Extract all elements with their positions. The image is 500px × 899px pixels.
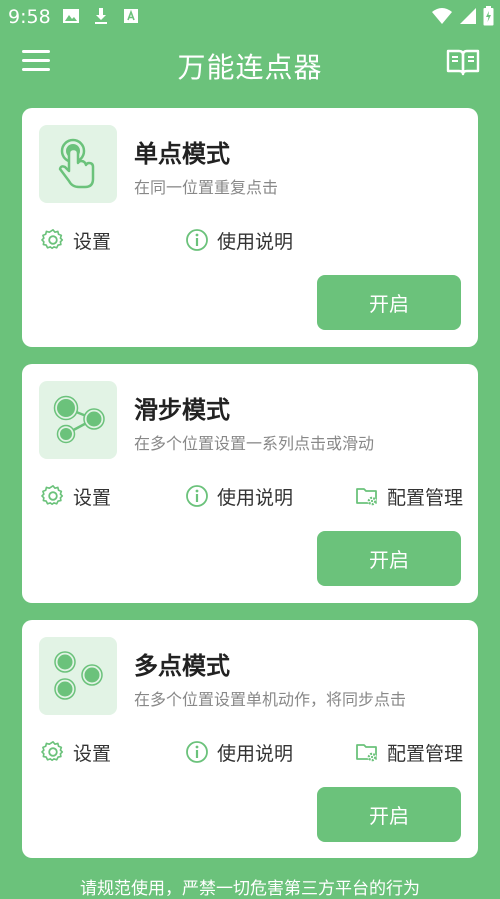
gear-icon (41, 741, 64, 762)
instructions-label: 使用说明 (217, 742, 294, 765)
gear-icon (41, 485, 64, 506)
instructions-button[interactable]: 使用说明 (185, 738, 293, 766)
instructions-label: 使用说明 (217, 486, 294, 509)
instructions-label: 使用说明 (217, 230, 294, 253)
config-management-label: 配置管理 (387, 742, 464, 765)
wifi-icon (432, 8, 452, 24)
page-title: 万能连点器 (177, 51, 323, 84)
status-time: 9:58 (8, 6, 51, 28)
card-multi-point: 多点模式 在多个位置设置单机动作，将同步点击 设置 使用说明 配置管理 开启 (22, 620, 478, 858)
card-title: 单点模式 (134, 140, 230, 168)
info-icon (186, 229, 208, 251)
mode-icon-container (39, 381, 117, 459)
open-button[interactable]: 开启 (317, 275, 461, 330)
info-icon (186, 485, 208, 507)
settings-label: 设置 (73, 742, 112, 765)
open-button[interactable]: 开启 (317, 531, 461, 586)
status-system-icons (431, 6, 494, 26)
settings-button[interactable]: 设置 (41, 226, 111, 254)
config-management-button[interactable]: 配置管理 (355, 482, 463, 510)
config-management-button[interactable]: 配置管理 (355, 738, 463, 766)
settings-label: 设置 (73, 486, 112, 509)
settings-button[interactable]: 设置 (41, 738, 111, 766)
config-management-label: 配置管理 (387, 486, 464, 509)
settings-label: 设置 (73, 230, 112, 253)
tap-hand-icon (58, 138, 95, 189)
settings-button[interactable]: 设置 (41, 482, 111, 510)
card-title: 多点模式 (134, 652, 230, 680)
card-description: 在同一位置重复点击 (134, 178, 279, 197)
mode-icon-container (39, 637, 117, 715)
app-bar: 万能连点器 (0, 34, 500, 92)
image-icon (63, 9, 79, 23)
card-swipe-mode: 滑步模式 在多个位置设置一系列点击或滑动 设置 使用说明 配置管理 开启 (22, 364, 478, 603)
card-description: 在多个位置设置单机动作，将同步点击 (134, 690, 407, 709)
card-description: 在多个位置设置一系列点击或滑动 (134, 434, 375, 453)
gear-icon (41, 229, 64, 250)
open-button[interactable]: 开启 (317, 787, 461, 842)
footer-notice: 请规范使用，严禁一切危害第三方平台的行为 (80, 879, 420, 899)
signal-icon (460, 8, 476, 24)
mode-icon-container (39, 125, 117, 203)
info-icon (186, 741, 208, 763)
download-icon (95, 8, 107, 24)
instructions-button[interactable]: 使用说明 (185, 226, 293, 254)
swipe-nodes-icon (53, 395, 105, 444)
battery-icon (483, 6, 494, 26)
status-bar: 9:58 (0, 0, 500, 34)
card-single-point: 单点模式 在同一位置重复点击 设置 使用说明 开启 (22, 108, 478, 347)
folder-gear-icon (356, 488, 377, 506)
app-a-icon (124, 9, 138, 23)
folder-gear-icon (356, 744, 377, 762)
status-notification-icons (62, 7, 140, 25)
multi-dots-icon (54, 651, 103, 700)
book-icon[interactable] (446, 48, 480, 76)
card-title: 滑步模式 (134, 396, 230, 424)
instructions-button[interactable]: 使用说明 (185, 482, 293, 510)
